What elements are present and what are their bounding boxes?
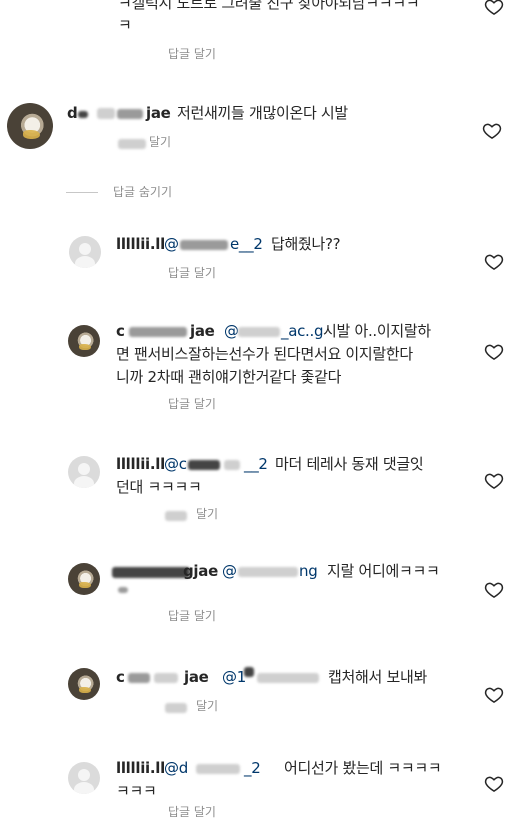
hide-replies-button[interactable]: 답글 숨기기	[113, 184, 172, 200]
heart-icon[interactable]	[484, 580, 504, 600]
comment-text: ㅋ갤럭시 노트로 그려줄 친구 찾아야되남ㅋㅋㅋㅋ	[118, 0, 420, 12]
heart-icon[interactable]	[484, 774, 504, 794]
reply-button[interactable]: 답글 달기	[168, 396, 216, 412]
username[interactable]: lllllii.ll	[116, 453, 165, 475]
avatar[interactable]	[68, 762, 100, 794]
username[interactable]: lllllii.ll	[116, 757, 165, 779]
mention[interactable]: _2	[244, 757, 261, 779]
mention[interactable]: @	[222, 560, 237, 582]
heart-icon[interactable]	[484, 471, 504, 491]
reply-button[interactable]: 답글 달기	[168, 265, 216, 281]
redacted-username	[78, 111, 88, 118]
mention[interactable]: @1	[222, 666, 246, 688]
heart-icon[interactable]	[484, 0, 504, 17]
username[interactable]: c	[116, 666, 125, 688]
comment-text: 면 팬서비스잘하는선수가 된다면서요 이지랄한다	[116, 345, 413, 363]
reply-button[interactable]: 달기	[196, 506, 218, 522]
redacted-text	[118, 587, 128, 593]
comment-text: ㅋ	[118, 16, 132, 34]
redacted-text	[165, 703, 187, 713]
avatar[interactable]	[69, 236, 101, 268]
mention[interactable]: @d	[164, 757, 188, 779]
reply-button[interactable]: 달기	[149, 134, 171, 150]
mention[interactable]: ng	[299, 560, 318, 582]
avatar[interactable]	[7, 103, 53, 149]
redacted-mention	[238, 327, 280, 337]
username[interactable]: gjae	[183, 560, 218, 582]
redacted-mention	[188, 460, 220, 470]
comment-text: 니까 2차때 괜히얘기한거같다 좇같다	[116, 368, 342, 386]
comment-text: ㅋㅋㅋ	[116, 782, 157, 800]
username[interactable]: d	[67, 102, 78, 124]
heart-icon[interactable]	[482, 121, 502, 141]
avatar[interactable]	[68, 325, 100, 357]
redacted-mention	[238, 567, 298, 577]
username[interactable]: jae	[190, 320, 215, 342]
mention[interactable]: @c	[164, 453, 187, 475]
comment-text: 저런새끼들 개많이온다 시발	[177, 104, 348, 122]
reply-button[interactable]: 답글 달기	[168, 608, 216, 624]
comment-text: 답해줬나??	[271, 235, 341, 253]
mention[interactable]: _ac..g	[281, 320, 324, 342]
comment-text: 던대 ㅋㅋㅋㅋ	[116, 478, 202, 496]
comment-text: 캡처해서 보내봐	[328, 668, 427, 686]
username[interactable]: jae	[146, 102, 171, 124]
redacted-username	[112, 567, 190, 578]
redacted-username	[129, 327, 187, 337]
mention[interactable]: @	[164, 233, 179, 255]
heart-icon[interactable]	[484, 342, 504, 362]
username[interactable]: c	[116, 320, 125, 342]
avatar[interactable]	[68, 456, 100, 488]
redacted-text	[165, 511, 187, 521]
comment-text: 지랄 어디에ㅋㅋㅋ	[327, 562, 440, 580]
redacted-mention	[196, 764, 240, 774]
mention[interactable]: e__2	[230, 233, 263, 255]
heart-icon[interactable]	[484, 685, 504, 705]
redacted-mention	[257, 673, 319, 683]
comment-text: 어디선가 봤는데 ㅋㅋㅋㅋ	[284, 759, 442, 777]
redacted-username	[97, 108, 115, 119]
redacted-mention	[224, 460, 240, 470]
redacted-mention	[244, 667, 254, 677]
avatar[interactable]	[68, 668, 100, 700]
heart-icon[interactable]	[484, 252, 504, 272]
mention[interactable]: @	[224, 320, 239, 342]
mention[interactable]: __2	[244, 453, 268, 475]
redacted-username	[154, 673, 178, 683]
avatar[interactable]	[68, 563, 100, 595]
redacted-username	[117, 109, 143, 119]
redacted-username	[128, 673, 150, 683]
comment-text: 마더 테레사 동재 댓글잇	[275, 455, 424, 473]
reply-button[interactable]: 답글 달기	[168, 46, 216, 62]
redacted-mention	[180, 240, 228, 250]
reply-button[interactable]: 달기	[196, 698, 218, 714]
replies-divider	[66, 192, 98, 193]
redacted-text	[118, 139, 146, 149]
username[interactable]: jae	[184, 666, 209, 688]
username[interactable]: lllllii.ll	[116, 233, 165, 255]
comment-text: 시발 아..이지랄하	[323, 322, 431, 340]
reply-button[interactable]: 답글 달기	[168, 804, 216, 820]
